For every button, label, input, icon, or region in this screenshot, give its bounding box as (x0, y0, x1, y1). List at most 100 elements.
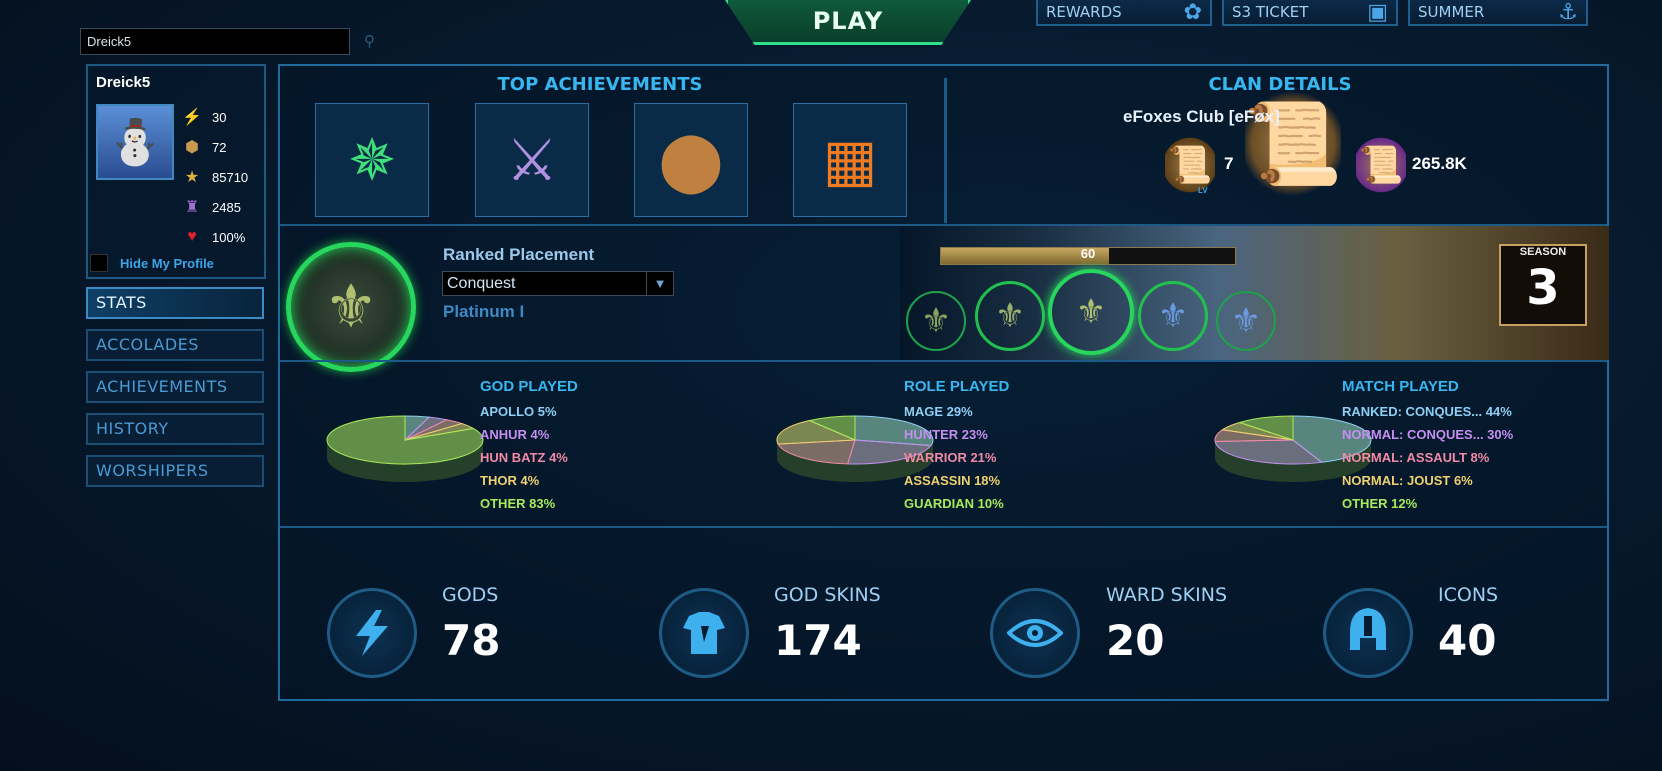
pie-charts-section: GOD PLAYED APOLLO 5% ANHUR 4% HUN BATZ 4% TH… (280, 362, 1607, 526)
nav-stats[interactable]: STATS (86, 287, 264, 319)
icons-counter-icon (1323, 588, 1413, 678)
tab-rewards-label: REWARDS (1046, 3, 1122, 21)
season-label: SEASON (1519, 246, 1567, 258)
tab-summer-label: SUMMER (1418, 3, 1485, 21)
shield-icon: ⬤ (658, 128, 724, 193)
profile-name: Dreick5 (96, 74, 151, 91)
ranked-progress-label: 60 (1080, 246, 1096, 261)
clan-emblem-icon: 📜 (1243, 86, 1343, 201)
blade-icon: ⚔ (506, 128, 558, 193)
chest-icon: ▦ (822, 128, 878, 193)
god-skins-label: GOD SKINS (774, 584, 881, 606)
search-icon[interactable]: ⚲ (364, 32, 375, 50)
god-skins-counter-icon (659, 588, 749, 678)
legend-item: HUNTER 23% (904, 427, 988, 442)
achievement-badge-4[interactable]: ▦ (793, 103, 907, 217)
points-value: 85710 (212, 169, 249, 185)
gods-counter-icon (327, 588, 417, 678)
stats-panel: TOP ACHIEVEMENTS ✵ ⚔ ⬤ ▦ CLAN DETAILS 📜 … (278, 64, 1609, 701)
heart-icon: ♥ (187, 228, 197, 245)
tier-icon-1: ⚜ (906, 291, 966, 351)
ticket-icon: ▣ (1367, 0, 1388, 25)
mastery-value: 72 (212, 139, 227, 155)
health-value: 100% (212, 229, 246, 245)
god-skins-value: 174 (774, 616, 862, 665)
compass-icon: ✵ (347, 128, 397, 193)
icons-value: 40 (1438, 616, 1497, 665)
queue-select-value: Conquest (447, 275, 516, 292)
nav-history[interactable]: HISTORY (86, 413, 264, 445)
legend-item: NORMAL: ASSAULT 8% (1342, 450, 1490, 465)
legend-item: NORMAL: CONQUES... 30% (1342, 427, 1514, 442)
hide-profile-label: Hide My Profile (120, 255, 214, 271)
legend-item: NORMAL: JOUST 6% (1342, 473, 1473, 488)
search-input[interactable]: Dreick5 (80, 28, 350, 55)
achievement-badge-2[interactable]: ⚔ (475, 103, 589, 217)
play-button-wrap[interactable]: PLAY (725, 0, 971, 45)
gods-label: GODS (442, 584, 499, 606)
legend-item: GUARDIAN 10% (904, 496, 1004, 511)
ranked-title: Ranked Placement (443, 245, 595, 264)
achievement-badge-3[interactable]: ⬤ (634, 103, 748, 217)
tier-icon-5: ⚜ (1216, 291, 1276, 351)
tier-icon-3-current: ⚜ (1048, 269, 1134, 355)
tab-summer[interactable]: SUMMER ⚓ (1408, 0, 1588, 26)
star-icon: ★ (184, 169, 200, 186)
divider-3 (280, 526, 1607, 528)
legend-item: APOLLO 5% (480, 404, 557, 419)
play-button[interactable]: PLAY (725, 0, 971, 45)
legend-item: RANKED: CONQUES... 44% (1342, 404, 1512, 419)
bow-icon: ✿ (1183, 0, 1202, 25)
nav-worshipers[interactable]: WORSHIPERS (86, 455, 264, 487)
hide-profile-toggle[interactable]: Hide My Profile (90, 254, 214, 272)
armor-icon (683, 612, 725, 654)
legend-item: ANHUR 4% (480, 427, 550, 442)
tab-rewards[interactable]: REWARDS ✿ (1036, 0, 1212, 26)
pie-title: ROLE PLAYED (904, 378, 1010, 395)
clan-worshipers-icon: 📜 (1356, 136, 1406, 194)
ward-skins-counter-icon (990, 588, 1080, 678)
season-number: 3 (1526, 260, 1560, 316)
clan-level-value: 7 (1224, 154, 1234, 173)
top-achievements-title: TOP ACHIEVEMENTS (497, 74, 703, 95)
profile-card: Dreick5 ⛄ ⚡ 30 ⬢ 72 ★ 85710 ♜ 2485 ♥ 100… (86, 64, 266, 279)
platinum-emblem-icon: ⚜ (324, 273, 378, 340)
tab-s3-ticket[interactable]: S3 TICKET ▣ (1222, 0, 1398, 26)
legend-item: HUN BATZ 4% (480, 450, 568, 465)
legend-item: MAGE 29% (904, 404, 973, 419)
queue-select[interactable]: Conquest ▼ (442, 271, 674, 296)
avatar[interactable]: ⛄ (96, 104, 174, 180)
season-badge: SEASON 3 (1499, 244, 1587, 326)
helmet-icon (1350, 608, 1386, 650)
eye-icon (1007, 619, 1063, 647)
ranked-emblem: ⚜ (286, 242, 416, 372)
pie-title: GOD PLAYED (480, 378, 578, 395)
pie-chart-1 (326, 415, 484, 482)
section-divider (944, 78, 947, 223)
ward-skins-value: 20 (1106, 616, 1165, 665)
tab-s3-ticket-label: S3 TICKET (1232, 3, 1309, 21)
tier-icon-4: ⚜ (1138, 281, 1208, 351)
icons-label: ICONS (1438, 584, 1499, 606)
nav-achievements[interactable]: ACHIEVEMENTS (86, 371, 264, 403)
level-icon: ⚡ (182, 109, 202, 126)
health-stat: ♥ 100% (182, 226, 245, 248)
mastery-icon: ⬢ (185, 139, 199, 156)
points-stat: ★ 85710 (182, 166, 248, 188)
legend-item: THOR 4% (480, 473, 540, 488)
legend-item: OTHER 12% (1342, 496, 1418, 511)
legend-item: OTHER 83% (480, 496, 556, 511)
nav-accolades[interactable]: ACCOLADES (86, 329, 264, 361)
achievement-badge-1[interactable]: ✵ (315, 103, 429, 217)
clan-level-tag: LV (1198, 186, 1208, 195)
clan-name: eFoxes Club [eFøx] (1123, 107, 1280, 126)
ranked-tier: Platinum I (443, 302, 525, 321)
worshipers-stat: ♜ 2485 (182, 196, 241, 218)
pie-title: MATCH PLAYED (1342, 378, 1459, 395)
legend-item: ASSASSIN 18% (904, 473, 1001, 488)
chevron-down-icon[interactable]: ▼ (646, 272, 673, 295)
worshipers-value: 2485 (212, 199, 241, 215)
hide-profile-checkbox[interactable] (90, 254, 108, 272)
legend-item: WARRIOR 21% (904, 450, 997, 465)
worshiper-icon: ♜ (184, 199, 200, 216)
